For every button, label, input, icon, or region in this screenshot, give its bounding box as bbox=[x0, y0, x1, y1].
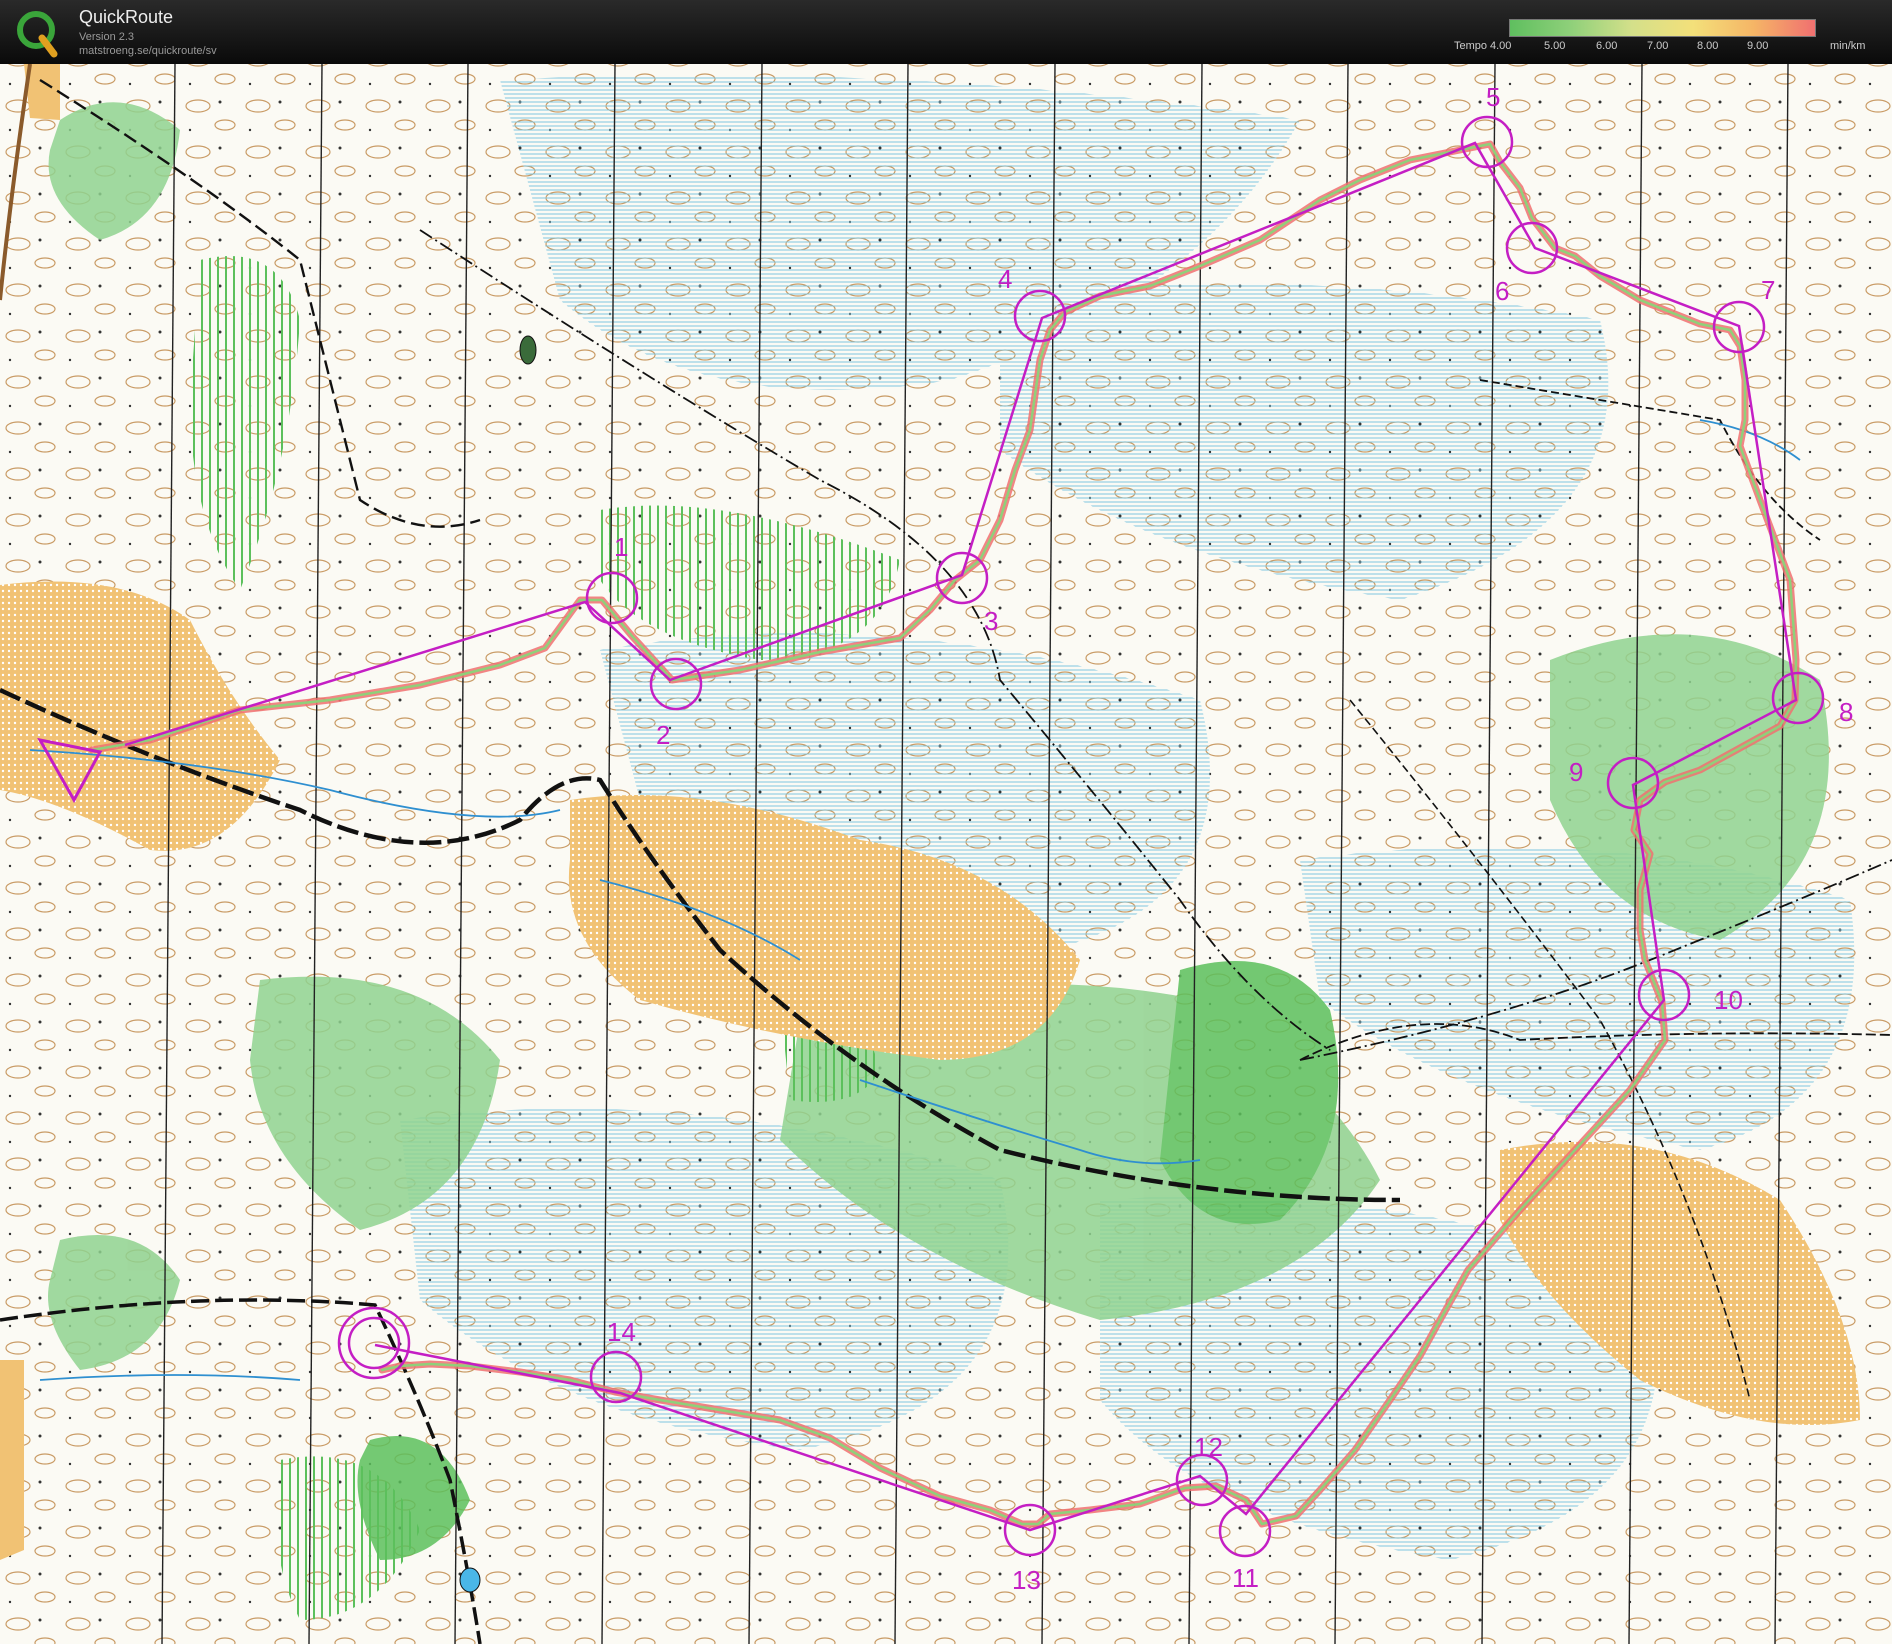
control-label-13: 13 bbox=[1012, 1565, 1041, 1595]
legend-title: Tempo bbox=[1454, 40, 1488, 52]
control-label-7: 7 bbox=[1761, 275, 1776, 305]
control-label-9: 9 bbox=[1569, 757, 1584, 787]
control-label-4: 4 bbox=[998, 264, 1013, 294]
legend-tick: 5.00 bbox=[1544, 40, 1566, 52]
map-canvas bbox=[0, 64, 1892, 1644]
app-version: Version 2.3 bbox=[79, 31, 135, 43]
control-label-5: 5 bbox=[1486, 82, 1501, 112]
app-url: matstroeng.se/quickroute/sv bbox=[79, 45, 217, 57]
control-label-8: 8 bbox=[1839, 697, 1854, 727]
control-label-12: 12 bbox=[1194, 1432, 1223, 1462]
control-label-2: 2 bbox=[656, 720, 671, 750]
legend-tick: 8.00 bbox=[1697, 40, 1719, 52]
app-title: QuickRoute bbox=[79, 7, 174, 27]
title-bar: QuickRoute Version 2.3 matstroeng.se/qui… bbox=[0, 0, 1892, 64]
legend-tick: 6.00 bbox=[1596, 40, 1618, 52]
tempo-color-scale bbox=[1509, 19, 1816, 37]
control-label-11: 11 bbox=[1232, 1563, 1259, 1593]
control-label-10: 10 bbox=[1714, 985, 1743, 1015]
control-label-6: 6 bbox=[1495, 276, 1510, 306]
control-label-3: 3 bbox=[984, 606, 999, 636]
control-label-1: 1 bbox=[614, 532, 629, 562]
legend-unit: min/km bbox=[1830, 40, 1866, 52]
legend-tick: 7.00 bbox=[1647, 40, 1669, 52]
control-label-14: 14 bbox=[607, 1317, 636, 1347]
legend-tick: 9.00 bbox=[1747, 40, 1769, 52]
legend-tick: 4.00 bbox=[1490, 40, 1512, 52]
quickroute-logo-icon bbox=[17, 11, 58, 58]
orienteering-map[interactable]: 1 2 3 4 5 6 7 8 9 10 11 12 13 14 bbox=[0, 64, 1892, 1644]
